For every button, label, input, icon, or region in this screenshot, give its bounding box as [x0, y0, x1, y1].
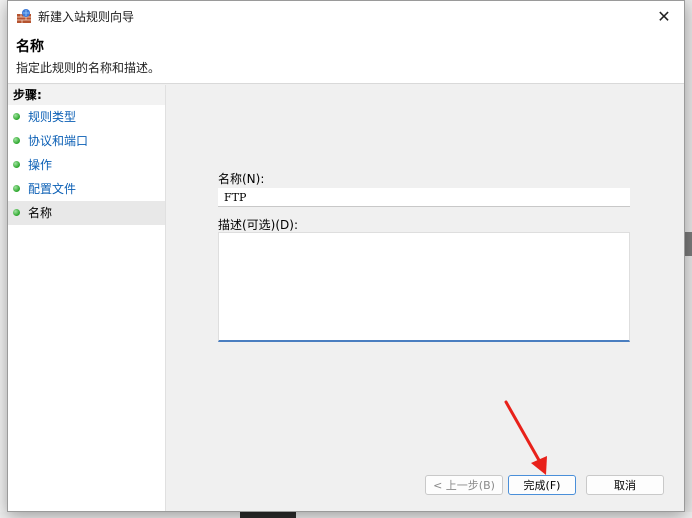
new-inbound-rule-wizard: 新建入站规则向导 ✕ 名称 指定此规则的名称和描述。 步骤: 规则类型 协议和端… — [7, 0, 685, 512]
step-name-current[interactable]: 名称 — [8, 201, 165, 225]
background-window-edge-bottom — [0, 512, 692, 518]
step-protocol-and-ports[interactable]: 协议和端口 — [8, 129, 165, 153]
step-rule-type[interactable]: 规则类型 — [8, 105, 165, 129]
green-dot-icon — [13, 113, 20, 120]
back-button[interactable]: < 上一步(B) — [425, 475, 503, 495]
name-input[interactable]: FTP — [218, 188, 630, 207]
step-profile[interactable]: 配置文件 — [8, 177, 165, 201]
background-dark-block — [240, 512, 296, 518]
description-label: 描述(可选)(D): — [218, 218, 299, 232]
step-label: 协议和端口 — [28, 134, 89, 148]
description-textarea[interactable] — [218, 232, 630, 342]
finish-button[interactable]: 完成(F) — [508, 475, 576, 495]
page-title: 名称 — [16, 39, 44, 55]
step-label: 操作 — [28, 158, 53, 172]
name-label: 名称(N): — [218, 172, 265, 186]
steps-heading: 步骤: — [8, 85, 165, 105]
window-title: 新建入站规则向导 — [38, 9, 135, 24]
title-bar[interactable]: 新建入站规则向导 ✕ — [8, 1, 684, 31]
step-action[interactable]: 操作 — [8, 153, 165, 177]
step-label: 配置文件 — [28, 182, 77, 196]
green-dot-icon — [13, 161, 20, 168]
background-scrollbar — [684, 232, 692, 256]
step-label: 名称 — [28, 206, 53, 220]
wizard-content: 名称(N): FTP 描述(可选)(D): < 上一步(B) 完成(F) 取消 — [168, 85, 684, 511]
green-dot-icon — [13, 185, 20, 192]
cancel-button[interactable]: 取消 — [586, 475, 664, 495]
background-window-edge-right — [684, 0, 692, 518]
green-dot-icon — [13, 137, 20, 144]
close-button[interactable]: ✕ — [644, 1, 684, 31]
close-icon: ✕ — [657, 6, 671, 26]
firewall-wall-icon — [17, 9, 31, 23]
green-dot-icon — [13, 209, 20, 216]
page-description: 指定此规则的名称和描述。 — [16, 61, 161, 75]
steps-panel: 步骤: 规则类型 协议和端口 操作 配置文件 名称 — [8, 85, 166, 511]
wizard-header: 名称 指定此规则的名称和描述。 — [8, 31, 684, 84]
step-label: 规则类型 — [28, 110, 77, 124]
